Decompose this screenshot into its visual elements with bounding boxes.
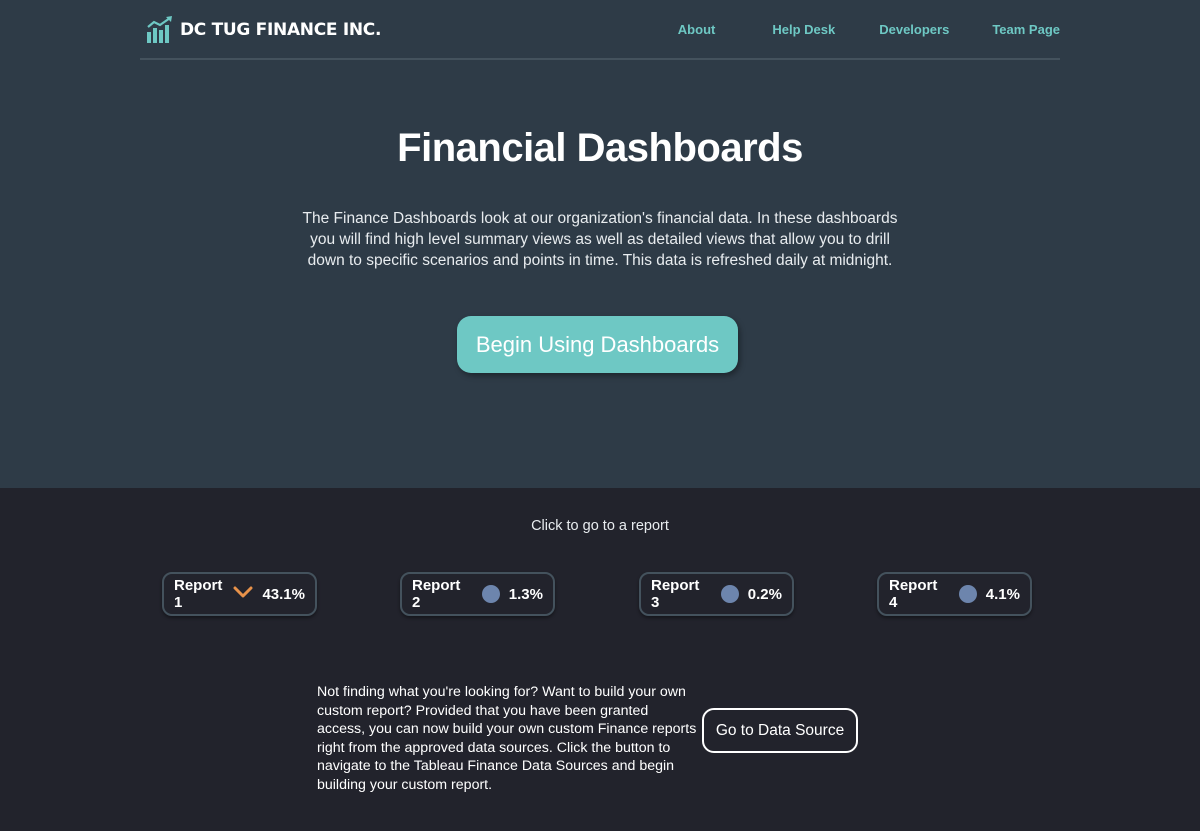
- brand-logo[interactable]: DC TUG FINANCE INC.: [146, 16, 381, 44]
- report-card-4[interactable]: Report 4 4.1%: [877, 572, 1032, 616]
- nav-developers[interactable]: Developers: [879, 22, 949, 37]
- neutral-dot-icon: [958, 585, 977, 603]
- nav-team-page[interactable]: Team Page: [992, 22, 1060, 37]
- report-card-2[interactable]: Report 2 1.3%: [400, 572, 555, 616]
- report-value: 1.3%: [508, 585, 543, 603]
- nav-about[interactable]: About: [678, 22, 716, 37]
- report-value: 4.1%: [985, 585, 1020, 603]
- bar-chart-growth-icon: [146, 16, 174, 44]
- report-value: 0.2%: [747, 585, 782, 603]
- custom-report-description: Not finding what you're looking for? Wan…: [317, 684, 697, 793]
- hero-section: DC TUG FINANCE INC. About Help Desk Deve…: [0, 0, 1200, 488]
- report-card-1[interactable]: Report 1 43.1%: [162, 572, 317, 616]
- go-to-data-source-button[interactable]: Go to Data Source: [702, 708, 858, 753]
- report-label: Report 2: [412, 577, 461, 611]
- nav-help-desk[interactable]: Help Desk: [772, 22, 835, 37]
- neutral-dot-icon: [481, 585, 500, 603]
- chevron-down-icon: [233, 585, 253, 604]
- report-value: 43.1%: [262, 585, 305, 603]
- report-card-3[interactable]: Report 3 0.2%: [639, 572, 794, 616]
- report-label: Report 1: [174, 577, 223, 611]
- neutral-dot-icon: [720, 585, 739, 603]
- hero-description: The Finance Dashboards look at our organ…: [302, 210, 898, 269]
- report-label: Report 4: [889, 577, 938, 611]
- report-label: Report 3: [651, 577, 700, 611]
- main-nav: About Help Desk Developers Team Page: [678, 22, 1060, 37]
- begin-dashboards-button[interactable]: Begin Using Dashboards: [457, 316, 738, 373]
- reports-hint: Click to go to a report: [531, 518, 669, 534]
- brand-name: DC TUG FINANCE INC.: [180, 20, 382, 40]
- page-title: Financial Dashboards: [397, 126, 803, 170]
- site-header: DC TUG FINANCE INC. About Help Desk Deve…: [140, 0, 1060, 60]
